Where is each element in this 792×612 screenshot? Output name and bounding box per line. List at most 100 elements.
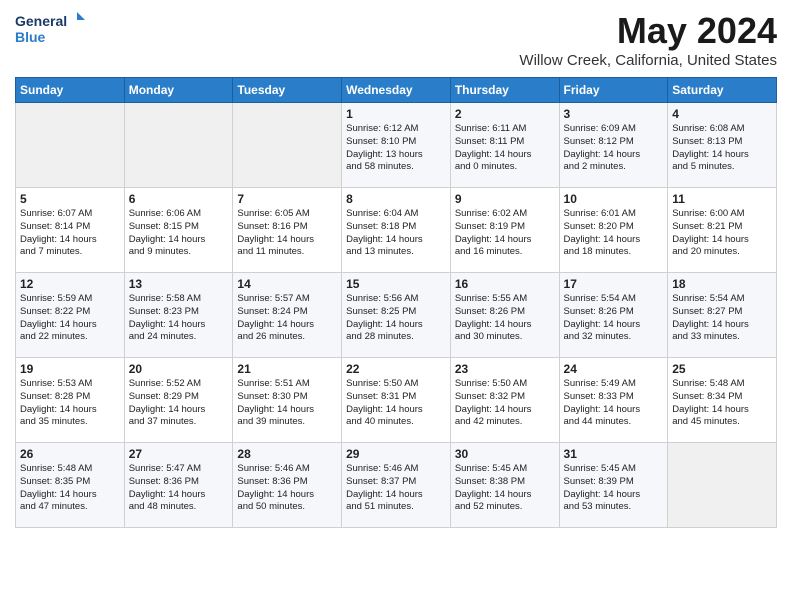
day-content: Sunrise: 5:51 AMSunset: 8:30 PMDaylight:… — [237, 378, 337, 429]
day-info-line: and 48 minutes. — [129, 501, 229, 514]
calendar-day-cell: 21 Sunrise: 5:51 AMSunset: 8:30 PMDayligh… — [233, 358, 342, 443]
day-info-line: and 18 minutes. — [564, 246, 664, 259]
day-info-line: Sunset: 8:14 PM — [20, 221, 120, 234]
day-info-line: Sunrise: 5:47 AM — [129, 463, 229, 476]
day-info-line: Daylight: 14 hours — [564, 404, 664, 417]
day-number: 3 — [564, 107, 664, 121]
day-info-line: and 53 minutes. — [564, 501, 664, 514]
day-info-line: and 7 minutes. — [20, 246, 120, 259]
day-info-line: Sunset: 8:36 PM — [237, 476, 337, 489]
day-info-line: and 37 minutes. — [129, 416, 229, 429]
day-info-line: Sunrise: 5:48 AM — [672, 378, 772, 391]
calendar-day-cell: 12Sunrise: 5:59 AMSunset: 8:22 PMDayligh… — [16, 273, 125, 358]
day-info-line: Sunrise: 5:50 AM — [455, 378, 555, 391]
day-info-line: Sunset: 8:38 PM — [455, 476, 555, 489]
day-info-line: Sunset: 8:23 PM — [129, 306, 229, 319]
day-number: 12 — [20, 277, 120, 291]
day-info-line: Daylight: 13 hours — [346, 149, 446, 162]
day-info-line: Daylight: 14 hours — [237, 319, 337, 332]
day-info-line: Daylight: 14 hours — [237, 489, 337, 502]
day-info-line: Sunset: 8:31 PM — [346, 391, 446, 404]
day-info-line: Sunrise: 5:54 AM — [564, 293, 664, 306]
day-info-line: Daylight: 14 hours — [346, 489, 446, 502]
day-info-line: and 22 minutes. — [20, 331, 120, 344]
day-content: Sunrise: 5:50 AMSunset: 8:31 PMDaylight:… — [346, 378, 446, 429]
day-number: 29 — [346, 447, 446, 461]
calendar-day-cell: 18Sunrise: 5:54 AMSunset: 8:27 PMDayligh… — [668, 273, 777, 358]
day-info-line: Daylight: 14 hours — [564, 149, 664, 162]
calendar-day-header: Friday — [559, 78, 668, 103]
calendar-day-cell: 3Sunrise: 6:09 AMSunset: 8:12 PMDaylight… — [559, 103, 668, 188]
day-info-line: and 26 minutes. — [237, 331, 337, 344]
day-info-line: Sunset: 8:28 PM — [20, 391, 120, 404]
day-info-line: Sunset: 8:35 PM — [20, 476, 120, 489]
day-info-line: and 35 minutes. — [20, 416, 120, 429]
day-content: Sunrise: 6:04 AMSunset: 8:18 PMDaylight:… — [346, 208, 446, 259]
calendar-day-cell: 23Sunrise: 5:50 AMSunset: 8:32 PMDayligh… — [450, 358, 559, 443]
day-info-line: Sunrise: 5:54 AM — [672, 293, 772, 306]
day-content: Sunrise: 6:02 AMSunset: 8:19 PMDaylight:… — [455, 208, 555, 259]
day-info-line: and 11 minutes. — [237, 246, 337, 259]
calendar-day-cell — [124, 103, 233, 188]
day-info-line: Sunset: 8:30 PM — [237, 391, 337, 404]
logo: General Blue — [15, 10, 85, 52]
day-info-line: Daylight: 14 hours — [455, 234, 555, 247]
title-section: May 2024 Willow Creek, California, Unite… — [519, 10, 777, 69]
day-number: 28 — [237, 447, 337, 461]
day-info-line: Daylight: 14 hours — [20, 404, 120, 417]
day-content: Sunrise: 6:11 AMSunset: 8:11 PMDaylight:… — [455, 123, 555, 174]
subtitle: Willow Creek, California, United States — [519, 52, 777, 69]
day-info-line: Daylight: 14 hours — [455, 489, 555, 502]
day-info-line: Sunrise: 6:04 AM — [346, 208, 446, 221]
day-info-line: Sunset: 8:22 PM — [20, 306, 120, 319]
day-info-line: and 44 minutes. — [564, 416, 664, 429]
day-info-line: and 28 minutes. — [346, 331, 446, 344]
calendar-day-cell: 5Sunrise: 6:07 AMSunset: 8:14 PMDaylight… — [16, 188, 125, 273]
day-info-line: Sunset: 8:27 PM — [672, 306, 772, 319]
calendar-day-cell: 16Sunrise: 5:55 AMSunset: 8:26 PMDayligh… — [450, 273, 559, 358]
day-info-line: and 24 minutes. — [129, 331, 229, 344]
day-content: Sunrise: 6:12 AMSunset: 8:10 PMDaylight:… — [346, 123, 446, 174]
day-info-line: Daylight: 14 hours — [564, 489, 664, 502]
day-info-line: Sunset: 8:26 PM — [455, 306, 555, 319]
day-info-line: Sunrise: 5:49 AM — [564, 378, 664, 391]
day-info-line: Sunrise: 6:08 AM — [672, 123, 772, 136]
day-info-line: Daylight: 14 hours — [129, 319, 229, 332]
day-number: 22 — [346, 362, 446, 376]
day-content: Sunrise: 5:57 AMSunset: 8:24 PMDaylight:… — [237, 293, 337, 344]
day-info-line: Sunset: 8:19 PM — [455, 221, 555, 234]
day-info-line: Sunrise: 5:48 AM — [20, 463, 120, 476]
calendar-day-header: Saturday — [668, 78, 777, 103]
day-info-line: Sunset: 8:12 PM — [564, 136, 664, 149]
day-number: 2 — [455, 107, 555, 121]
calendar-day-cell — [16, 103, 125, 188]
day-number: 1 — [346, 107, 446, 121]
day-info-line: and 20 minutes. — [672, 246, 772, 259]
day-info-line: Daylight: 14 hours — [455, 149, 555, 162]
day-info-line: and 58 minutes. — [346, 161, 446, 174]
day-number: 14 — [237, 277, 337, 291]
calendar-day-cell: 20Sunrise: 5:52 AMSunset: 8:29 PMDayligh… — [124, 358, 233, 443]
day-info-line: and 13 minutes. — [346, 246, 446, 259]
calendar-day-cell: 15Sunrise: 5:56 AMSunset: 8:25 PMDayligh… — [342, 273, 451, 358]
day-info-line: Sunset: 8:33 PM — [564, 391, 664, 404]
day-info-line: Daylight: 14 hours — [20, 489, 120, 502]
calendar-day-cell: 25Sunrise: 5:48 AMSunset: 8:34 PMDayligh… — [668, 358, 777, 443]
day-info-line: Daylight: 14 hours — [346, 404, 446, 417]
day-content: Sunrise: 5:48 AMSunset: 8:35 PMDaylight:… — [20, 463, 120, 514]
day-info-line: Sunrise: 5:45 AM — [564, 463, 664, 476]
day-number: 16 — [455, 277, 555, 291]
day-info-line: Sunrise: 5:51 AM — [237, 378, 337, 391]
day-info-line: Daylight: 14 hours — [20, 319, 120, 332]
calendar-day-header: Thursday — [450, 78, 559, 103]
day-info-line: and 16 minutes. — [455, 246, 555, 259]
calendar-day-cell — [233, 103, 342, 188]
day-number: 21 — [237, 362, 337, 376]
day-info-line: Sunrise: 6:06 AM — [129, 208, 229, 221]
day-content: Sunrise: 5:54 AMSunset: 8:26 PMDaylight:… — [564, 293, 664, 344]
day-info-line: Daylight: 14 hours — [672, 149, 772, 162]
day-info-line: and 0 minutes. — [455, 161, 555, 174]
calendar-day-header: Sunday — [16, 78, 125, 103]
day-number: 5 — [20, 192, 120, 206]
day-number: 17 — [564, 277, 664, 291]
